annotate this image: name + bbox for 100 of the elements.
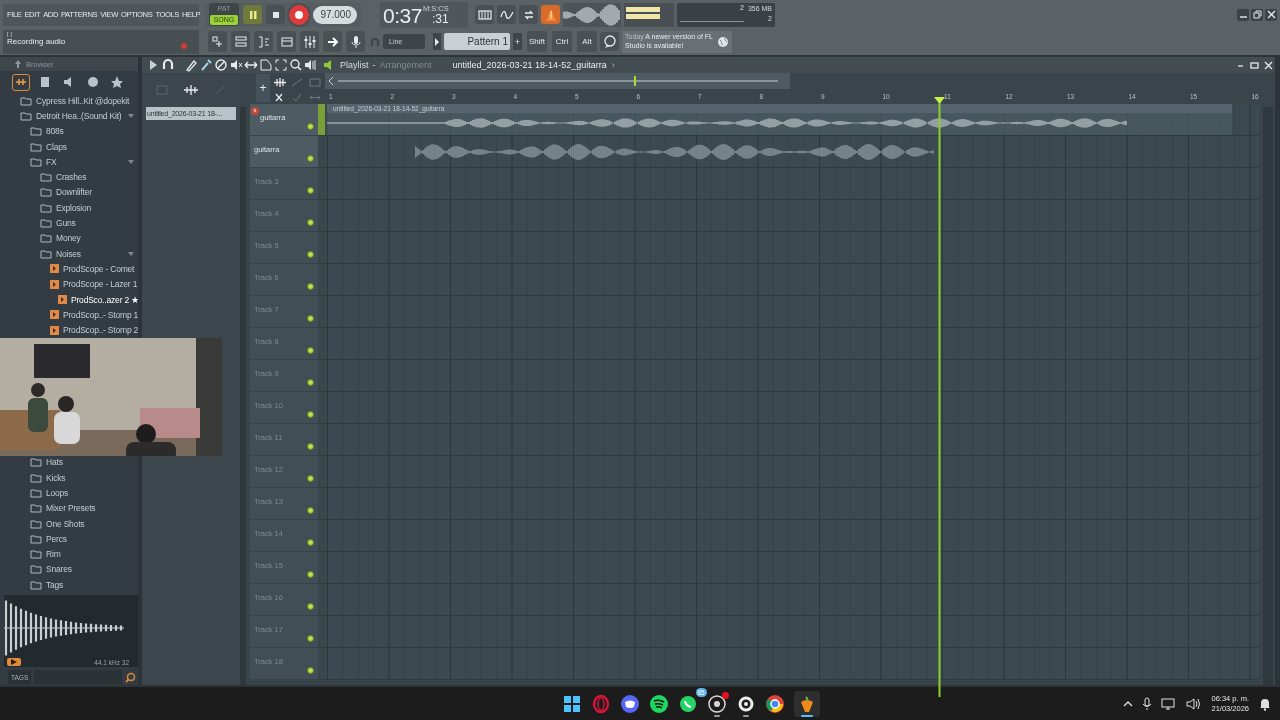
enabled-light-icon[interactable]	[307, 571, 314, 578]
tree-item[interactable]: Tags	[0, 577, 138, 593]
tree-item[interactable]: Hats	[0, 454, 138, 471]
monitor-icon[interactable]	[1161, 696, 1178, 711]
enabled-light-icon[interactable]	[307, 667, 314, 674]
enabled-light-icon[interactable]	[307, 187, 314, 194]
arrow-up-icon[interactable]	[14, 59, 22, 69]
check-icon[interactable]	[291, 92, 303, 102]
tree-item[interactable]: Claps	[0, 138, 138, 155]
enabled-light-icon[interactable]	[307, 635, 314, 642]
tool-button[interactable]	[259, 58, 273, 72]
enabled-light-icon[interactable]	[307, 155, 314, 162]
tree-item[interactable]: Kicks	[0, 470, 138, 486]
tool-button[interactable]	[214, 58, 228, 72]
bell-icon[interactable]	[1258, 696, 1272, 711]
search-icon[interactable]	[125, 671, 136, 683]
tree-item[interactable]: ProdScope - Comet	[0, 261, 138, 277]
cross-icon[interactable]	[273, 92, 285, 102]
toolbar-button[interactable]	[323, 31, 342, 52]
enabled-light-icon[interactable]	[307, 283, 314, 290]
tree-item[interactable]: Money	[0, 230, 138, 246]
taskbar-button[interactable]	[793, 690, 820, 717]
modifier-button[interactable]: Ctrl	[552, 31, 572, 52]
toolbar-button[interactable]	[300, 31, 319, 52]
globe-icon	[86, 75, 100, 89]
tool-button[interactable]	[304, 58, 318, 72]
pattern-selector[interactable]: Pattern 1	[444, 33, 510, 50]
tree-item[interactable]: ProdScope - Lazer 1	[0, 276, 138, 292]
enabled-light-icon[interactable]	[307, 475, 314, 482]
tree-item[interactable]: Percs	[0, 531, 138, 547]
enabled-light-icon[interactable]	[307, 443, 314, 450]
modifier-button[interactable]: Shift	[527, 31, 547, 52]
enabled-light-icon[interactable]	[307, 603, 314, 610]
enabled-light-icon[interactable]	[307, 251, 314, 258]
tool-button[interactable]	[199, 58, 213, 72]
pattern-arrow[interactable]: ›	[611, 60, 615, 70]
stop-button[interactable]	[266, 5, 285, 24]
tree-item[interactable]: 808s	[0, 123, 138, 139]
circle-stripes-icon	[648, 693, 669, 714]
tree-item[interactable]: Explosion	[0, 200, 138, 216]
audio-icon[interactable]	[273, 78, 287, 87]
tree-item[interactable]: Downlifter	[0, 184, 138, 201]
volume-icon[interactable]	[1186, 696, 1203, 711]
enabled-light-icon[interactable]	[307, 123, 314, 130]
tool-button[interactable]	[274, 58, 288, 72]
audio-icon[interactable]	[183, 85, 199, 95]
toolbar-button[interactable]	[497, 5, 516, 24]
window-subtitle: Arrangement	[379, 60, 432, 70]
tree-item[interactable]: Mixer Presets	[0, 500, 138, 516]
toolbar-button[interactable]	[519, 5, 538, 24]
enabled-light-icon[interactable]	[307, 507, 314, 514]
modifier-button[interactable]: Alt	[577, 31, 597, 52]
enabled-light-icon[interactable]	[307, 315, 314, 322]
record-button[interactable]	[289, 4, 309, 25]
audio-file-icon	[50, 310, 59, 320]
tree-item[interactable]: FX	[0, 154, 138, 170]
pattern-name[interactable]: untitled_2026-03-21 18-14-52_guitarra	[452, 60, 607, 70]
microphone-icon[interactable]	[1142, 696, 1153, 711]
enabled-light-icon[interactable]	[307, 411, 314, 418]
toolbar-button[interactable]	[475, 5, 494, 24]
tree-label: Snares	[46, 564, 72, 575]
pause-icon	[247, 9, 258, 20]
taskbar-button[interactable]	[706, 690, 727, 717]
tree-item[interactable]: Noises	[0, 245, 138, 262]
chevron-up-icon[interactable]	[1123, 700, 1134, 707]
pause-button[interactable]	[243, 5, 262, 24]
tree-item[interactable]: Cypress Hill..Kit @dopekit	[0, 93, 138, 109]
tool-button[interactable]	[229, 58, 243, 72]
playhead[interactable]	[934, 97, 945, 697]
tree-item[interactable]: ProdScop..- Stomp 2	[0, 322, 138, 338]
tree-item[interactable]: ProdScop..- Stomp 1	[0, 307, 138, 323]
restore-button[interactable]	[1251, 8, 1263, 21]
enabled-light-icon[interactable]	[307, 219, 314, 226]
document-icon	[38, 75, 52, 89]
toolbar-button[interactable]	[600, 32, 619, 51]
tree-item[interactable]: ProdSco..azer 2 ★	[0, 291, 138, 308]
tool-button[interactable]	[184, 58, 198, 72]
tree-item[interactable]: Detroit Hea..(Sound Kit)	[0, 108, 138, 124]
enabled-light-icon[interactable]	[307, 539, 314, 546]
tool-button[interactable]	[161, 58, 175, 72]
enabled-light-icon[interactable]	[307, 379, 314, 386]
browser-tab[interactable]	[12, 73, 30, 91]
add-track-button[interactable]: +	[256, 74, 270, 102]
tree-item[interactable]: Snares	[0, 561, 138, 578]
tempo-display[interactable]: 97.000	[313, 5, 357, 24]
enabled-light-icon[interactable]	[307, 347, 314, 354]
toolbar-button[interactable]	[346, 31, 365, 52]
tree-item[interactable]: Guns	[0, 215, 138, 231]
tree-label: Guns	[56, 218, 76, 228]
pattern-menu-button[interactable]	[433, 33, 441, 50]
tool-button[interactable]	[289, 58, 303, 72]
minimize-button[interactable]	[1237, 8, 1249, 21]
close-button[interactable]	[1265, 8, 1277, 21]
tree-item[interactable]: Loops	[0, 485, 138, 501]
tree-item[interactable]: One Shots	[0, 515, 138, 532]
tree-item[interactable]: Crashes	[0, 169, 138, 185]
add-pattern-button[interactable]: +	[513, 33, 522, 50]
record-armed-icon[interactable]	[251, 107, 259, 115]
tree-item[interactable]: Rim	[0, 546, 138, 562]
preview-play-button[interactable]	[7, 658, 21, 666]
